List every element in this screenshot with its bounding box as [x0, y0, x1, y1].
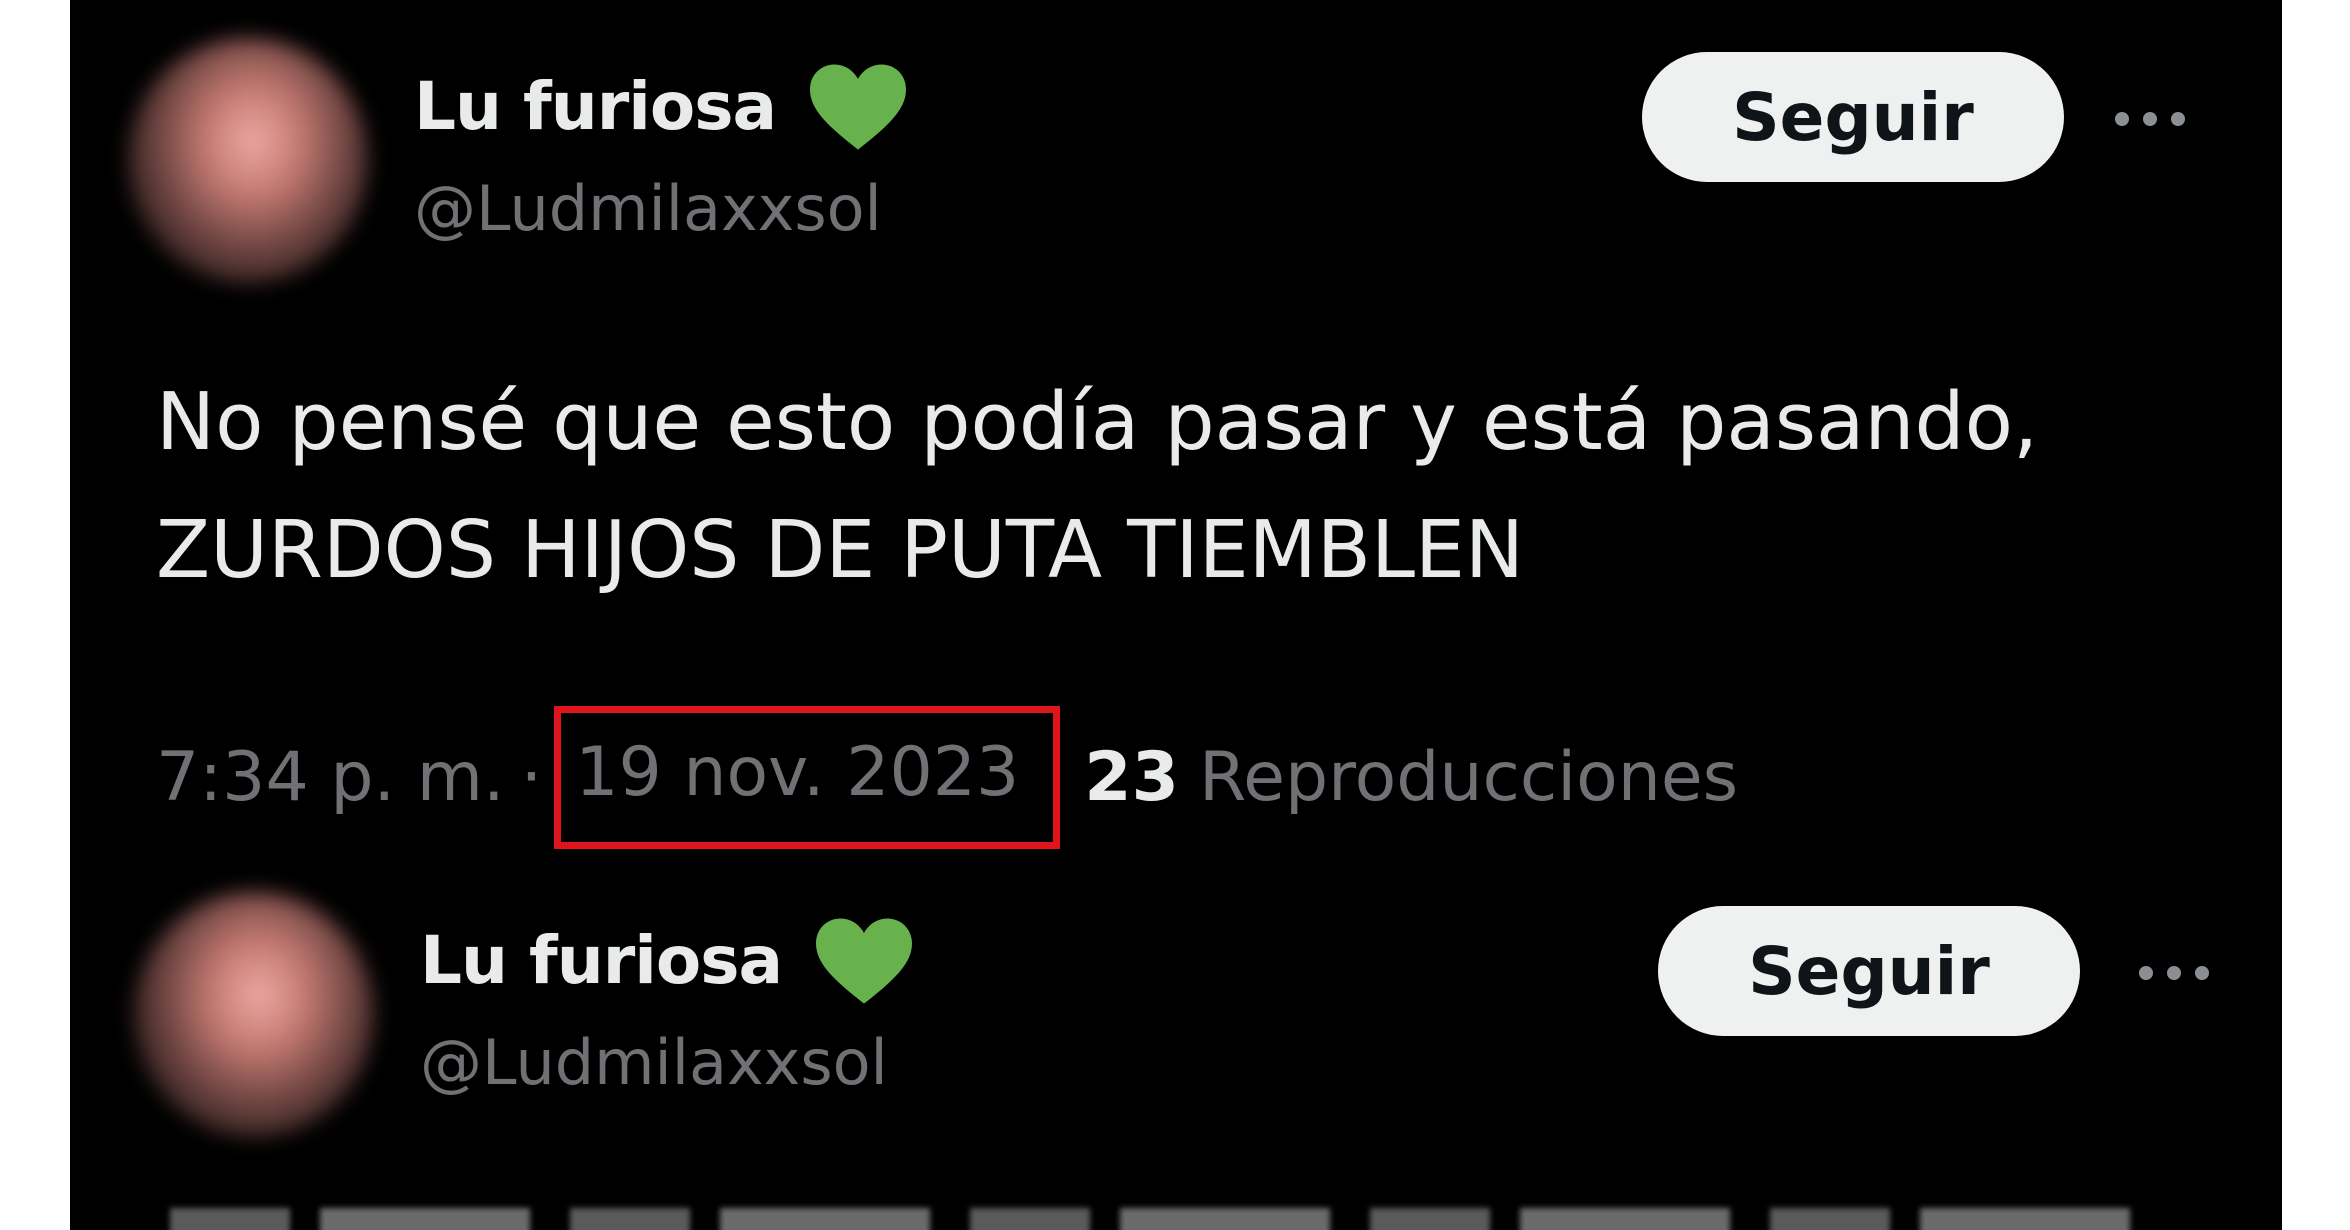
author-handle[interactable]: @Ludmilaxxsol: [414, 172, 882, 245]
more-dots-icon[interactable]: [2110, 104, 2190, 134]
tweet-screenshot-panel: Lu furiosa @Ludmilaxxsol Seguir No pensé…: [70, 0, 2282, 1230]
views-count[interactable]: 23: [1084, 738, 1179, 817]
tweet-time[interactable]: 7:34 p. m.: [156, 738, 505, 817]
author-name-text[interactable]: Lu furiosa: [414, 68, 777, 145]
meta-separator: ·: [520, 738, 543, 817]
author-name[interactable]: Lu furiosa: [414, 58, 912, 154]
highlighted-date: 19 nov. 2023: [554, 706, 1061, 849]
tweet-date[interactable]: 19 nov. 2023: [575, 733, 1019, 812]
author-name[interactable]: Lu furiosa: [420, 912, 918, 1008]
author-handle[interactable]: @Ludmilaxxsol: [420, 1026, 888, 1099]
follow-button[interactable]: Seguir: [1642, 52, 2064, 182]
avatar[interactable]: [128, 38, 368, 283]
cropped-tweet-text: [170, 1208, 2170, 1230]
green-heart-icon: [816, 918, 913, 1004]
tweet-meta: 7:34 p. m. · 19 nov. 2023 23 Reproduccio…: [156, 706, 1738, 849]
views-label[interactable]: Reproducciones: [1199, 738, 1738, 817]
green-heart-icon: [810, 64, 907, 150]
avatar[interactable]: [134, 892, 374, 1137]
tweet-text: No pensé que esto podía pasar y está pas…: [156, 376, 2039, 596]
follow-button[interactable]: Seguir: [1658, 906, 2080, 1036]
author-name-text[interactable]: Lu furiosa: [420, 922, 783, 999]
more-dots-icon[interactable]: [2134, 958, 2214, 988]
